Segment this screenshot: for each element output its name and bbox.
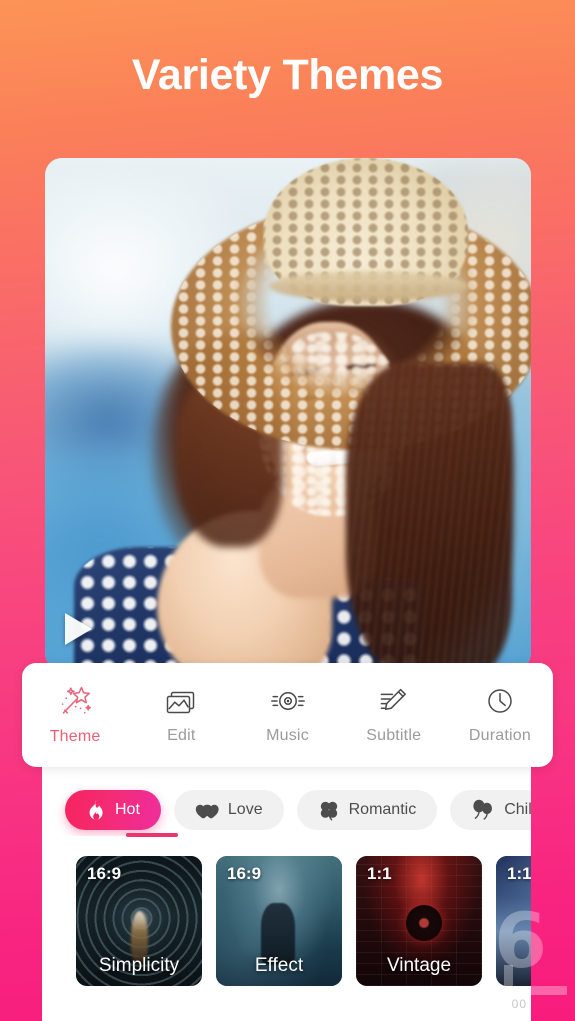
clock-icon (483, 685, 517, 717)
play-icon[interactable] (65, 613, 92, 645)
aspect-ratio-badge: 1:1 (507, 864, 531, 883)
header: Variety Themes (0, 0, 575, 150)
category-chip-label: Children (504, 801, 531, 818)
theme-card-vintage[interactable]: 1:1 Vintage (356, 856, 482, 986)
category-chip-label: Romantic (348, 801, 417, 818)
theme-card-row[interactable]: 16:9 Simplicity 16:9 Effect 1:1 Vintage … (42, 856, 531, 1001)
straw-hat-band (268, 270, 468, 302)
category-chip-hot[interactable]: Hot (65, 790, 161, 830)
editor-toolbar[interactable]: Theme Edit Music Subtitle Duration (22, 663, 553, 767)
theme-name: Vintage (386, 955, 452, 976)
category-chip-label: Hot (115, 801, 140, 818)
hair-strand-texture (346, 362, 512, 670)
theme-card-simplicity[interactable]: 16:9 Simplicity (76, 856, 202, 986)
pencil-icon (376, 685, 412, 717)
toolbar-item-label: Edit (167, 727, 196, 744)
category-chip-love[interactable]: Love (173, 790, 284, 830)
toolbar-item-subtitle[interactable]: Subtitle (341, 685, 447, 745)
theme-card-next[interactable]: 1:1 (496, 856, 531, 986)
toolbar-item-theme[interactable]: Theme (22, 684, 128, 746)
magic-wand-icon (55, 684, 95, 718)
toolbar-item-label: Subtitle (366, 727, 422, 744)
theme-name: Simplicity (98, 955, 180, 976)
active-category-indicator (126, 833, 178, 837)
flame-icon (86, 799, 106, 821)
toolbar-item-edit[interactable]: Edit (128, 685, 234, 745)
toolbar-item-label: Theme (49, 728, 101, 745)
aspect-ratio-badge: 1:1 (367, 864, 392, 883)
aspect-ratio-badge: 16:9 (227, 864, 262, 883)
hearts-icon (195, 800, 219, 820)
vinyl-disc-icon (269, 685, 307, 717)
aspect-ratio-badge: 16:9 (87, 864, 122, 883)
category-chip-romantic[interactable]: Romantic (296, 790, 438, 830)
toolbar-item-label: Duration (468, 727, 531, 744)
app-screen: Variety Themes Hot Love Romantic Chil 16… (0, 0, 575, 1021)
clover-icon (318, 799, 340, 821)
photos-icon (163, 685, 199, 717)
toolbar-item-music[interactable]: Music (234, 685, 340, 745)
video-preview-card[interactable] (45, 158, 531, 670)
theme-card-effect[interactable]: 16:9 Effect (216, 856, 342, 986)
category-chip-children[interactable]: Children (450, 790, 531, 830)
toolbar-item-duration[interactable]: Duration (447, 685, 553, 745)
page-title: Variety Themes (131, 50, 444, 99)
category-chip-label: Love (227, 801, 263, 818)
theme-name: Effect (254, 955, 304, 976)
balloons-icon (471, 799, 495, 821)
toolbar-item-label: Music (266, 727, 309, 744)
category-chip-row[interactable]: Hot Love Romantic Chil (42, 784, 531, 836)
